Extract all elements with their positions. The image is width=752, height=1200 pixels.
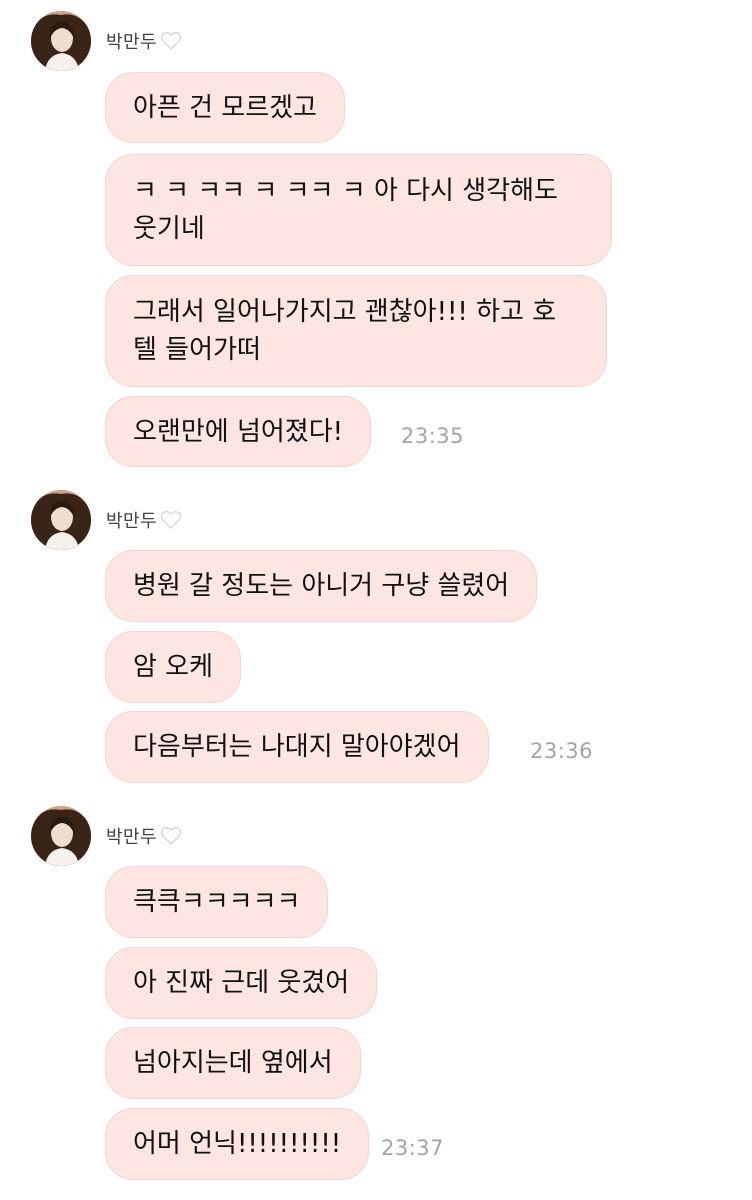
message-bubble[interactable]: 암 오케	[105, 631, 242, 703]
sender-name-text: 박만두	[106, 32, 158, 53]
message-bubble[interactable]: 아 진짜 근데 웃겼어	[105, 947, 378, 1019]
white-heart-icon	[160, 31, 182, 51]
message-bubble[interactable]: 어머 언닉!!!!!!!!!!	[105, 1108, 370, 1180]
profile-avatar[interactable]	[31, 806, 91, 866]
sender-name-text: 박만두	[106, 511, 158, 532]
message-text: 아픈 건 모르겠고	[133, 92, 317, 123]
message-text: ㅋ ㅋ ㅋㅋ ㅋ ㅋㅋ ㅋ 아 다시 생각해도 웃기네	[133, 176, 558, 244]
message-text: 넘아지는데 옆에서	[133, 1048, 333, 1078]
message-bubble[interactable]: 큭큭ㅋㅋㅋㅋㅋ	[105, 866, 329, 938]
message-bubble[interactable]: ㅋ ㅋ ㅋㅋ ㅋ ㅋㅋ ㅋ 아 다시 생각해도 웃기네	[105, 154, 612, 266]
message-text: 오랜만에 넘어졌다!	[133, 416, 344, 447]
message-bubble[interactable]: 병원 갈 정도는 아니거 구냥 쓸렸어	[105, 550, 538, 622]
timestamp: 23:35	[401, 424, 465, 448]
message-bubble[interactable]: 다음부터는 나대지 말아야겠어	[105, 711, 489, 783]
profile-avatar[interactable]	[31, 490, 91, 550]
message-bubble[interactable]: 오랜만에 넘어졌다!	[105, 396, 372, 467]
message-bubble[interactable]: 그래서 일어나가지고 괜찮아!!! 하고 호 텔 들어가떠	[105, 275, 607, 387]
message-text: 다음부터는 나대지 말아야겠어	[133, 732, 461, 762]
timestamp: 23:37	[381, 1136, 445, 1160]
timestamp: 23:36	[530, 739, 594, 763]
message-text: 그래서 일어나가지고 괜찮아!!! 하고 호 텔 들어가떠	[133, 297, 557, 365]
sender-name: 박만두	[106, 28, 182, 54]
message-bubble[interactable]: 넘아지는데 옆에서	[105, 1027, 361, 1099]
white-heart-icon	[160, 826, 182, 846]
sender-name-text: 박만두	[106, 827, 158, 848]
white-heart-icon	[160, 510, 182, 530]
message-text: 큭큭ㅋㅋㅋㅋㅋ	[133, 887, 301, 917]
sender-name: 박만두	[106, 823, 182, 849]
message-text: 병원 갈 정도는 아니거 구냥 쓸렸어	[133, 571, 510, 601]
profile-avatar[interactable]	[31, 11, 91, 71]
message-text: 암 오케	[133, 652, 214, 682]
sender-name: 박만두	[106, 507, 182, 533]
message-bubble[interactable]: 아픈 건 모르겠고	[105, 72, 345, 143]
message-text: 아 진짜 근데 웃겼어	[133, 968, 350, 998]
message-text: 어머 언닉!!!!!!!!!!	[133, 1129, 342, 1159]
